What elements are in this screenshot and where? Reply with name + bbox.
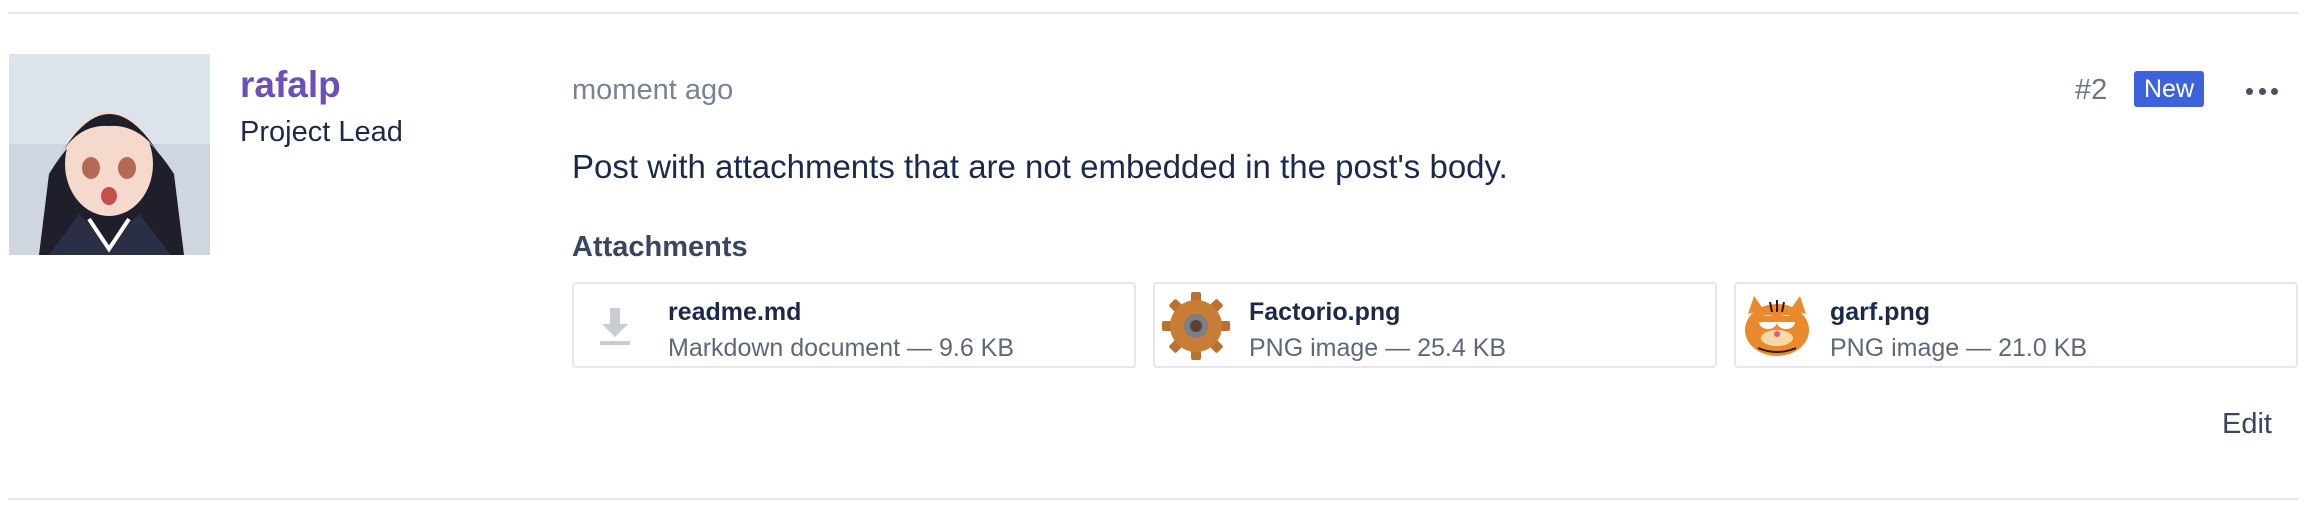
attachment-card-factorio[interactable]: Factorio.png PNG image — 25.4 KB [1153,282,1717,368]
attachment-meta: PNG image — 25.4 KB [1249,334,1507,362]
attachment-name: Factorio.png [1249,298,1401,326]
top-divider [8,12,2298,14]
attachment-meta: Markdown document — 9.6 KB [668,334,1015,362]
attachments-heading: Attachments [572,231,748,263]
post-number-link[interactable]: #2 [2075,74,2107,107]
avatar[interactable] [9,54,210,255]
attachment-card-readme[interactable]: readme.md Markdown document — 9.6 KB [572,282,1136,368]
edit-button[interactable]: Edit [2222,408,2272,441]
bottom-divider [8,498,2298,500]
post-body: Post with attachments that are not embed… [572,148,1508,185]
new-badge: New [2134,71,2205,107]
author-username-link[interactable]: rafalp [240,64,341,106]
attachment-name: readme.md [668,298,802,326]
author-title: Project Lead [240,116,403,148]
garfield-thumbnail [1740,290,1814,362]
attachment-card-garf[interactable]: garf.png PNG image — 21.0 KB [1734,282,2298,368]
attachment-name: garf.png [1830,298,1930,326]
factorio-gear-thumbnail [1159,290,1233,362]
more-options-icon[interactable] [2242,76,2282,106]
download-icon [578,290,652,362]
attachment-meta: PNG image — 21.0 KB [1830,334,2088,362]
post-timestamp[interactable]: moment ago [572,74,733,107]
